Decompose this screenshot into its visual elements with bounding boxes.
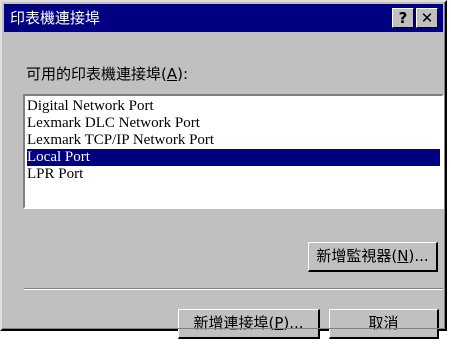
separator-highlight [24, 289, 443, 290]
ports-listbox[interactable]: Digital Network Port Lexmark DLC Network… [23, 94, 444, 209]
available-ports-mnemonic: A [166, 65, 178, 83]
add-monitor-label: 新增監視器( [316, 247, 398, 265]
close-icon: ✕ [420, 9, 434, 27]
list-item[interactable]: Digital Network Port [27, 98, 440, 115]
port-label: Lexmark DLC Network Port [27, 115, 200, 131]
list-item[interactable]: LPR Port [27, 166, 440, 183]
port-label: Digital Network Port [27, 98, 154, 114]
add-port-suffix: )... [283, 314, 304, 332]
available-ports-label: 可用的印表機連接埠(A): [26, 65, 188, 83]
title-bar[interactable]: 印表機連接埠 ? ✕ [4, 4, 443, 32]
cancel-label: 取消 [368, 314, 399, 332]
port-label: LPR Port [27, 166, 84, 182]
port-label: Local Port [27, 149, 90, 165]
list-item[interactable]: Lexmark TCP/IP Network Port [27, 132, 440, 149]
add-monitor-mnemonic: N [397, 247, 409, 265]
list-item-selected[interactable]: Local Port [27, 149, 440, 166]
list-item[interactable]: Lexmark DLC Network Port [27, 115, 440, 132]
available-ports-label-suffix: ): [177, 65, 189, 83]
cancel-button[interactable]: 取消 [329, 309, 439, 339]
port-label: Lexmark TCP/IP Network Port [27, 132, 215, 148]
add-monitor-button[interactable]: 新增監視器(N)... [308, 242, 438, 272]
available-ports-label-text: 可用的印表機連接埠( [26, 65, 167, 83]
add-monitor-suffix: )... [408, 247, 429, 265]
window-title: 印表機連接埠 [10, 9, 101, 27]
question-mark-icon: ? [398, 9, 408, 27]
close-button[interactable]: ✕ [416, 8, 438, 28]
printer-ports-dialog: 印表機連接埠 ? ✕ 可用的印表機連接埠(A): Digital Network… [0, 0, 447, 339]
help-button[interactable]: ? [392, 8, 414, 28]
add-port-button[interactable]: 新增連接埠(P)... [178, 309, 320, 339]
add-port-label: 新增連接埠( [193, 314, 275, 332]
